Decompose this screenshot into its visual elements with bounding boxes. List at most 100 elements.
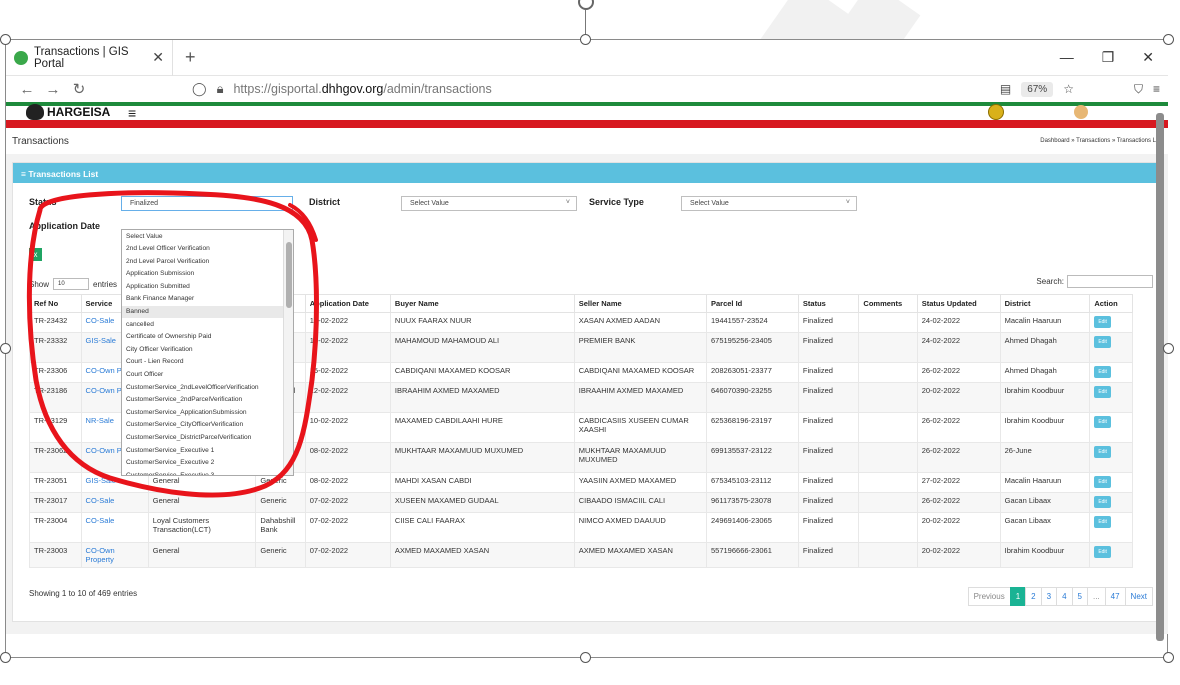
excel-export-icon[interactable]: x xyxy=(29,248,42,261)
resize-handle[interactable] xyxy=(1163,34,1174,45)
column-header[interactable]: Action xyxy=(1089,294,1133,313)
edit-button[interactable]: Edit xyxy=(1094,546,1111,558)
column-header[interactable]: Status Updated xyxy=(916,294,1001,313)
resize-handle[interactable] xyxy=(580,34,591,45)
status-option[interactable]: Application Submitted xyxy=(122,280,293,293)
column-header[interactable]: Application Date xyxy=(304,294,391,313)
status-option[interactable]: City Officer Verification xyxy=(122,343,293,356)
status-option[interactable]: Select Value xyxy=(122,230,293,243)
rotate-handle[interactable] xyxy=(578,0,594,10)
status-option[interactable]: Certificate of Ownership Paid xyxy=(122,331,293,344)
status-option[interactable]: Court Officer xyxy=(122,369,293,382)
page-button[interactable]: 47 xyxy=(1104,587,1126,606)
back-icon[interactable]: ← xyxy=(14,81,40,98)
service-link[interactable]: CO-Sale xyxy=(86,516,115,525)
pocket-icon[interactable]: ⛉ xyxy=(1134,82,1143,97)
page-scrollbar[interactable] xyxy=(1156,113,1164,641)
status-option[interactable]: CustomerService_2ndParcelVerification xyxy=(122,394,293,407)
page-button[interactable]: Next xyxy=(1124,587,1153,606)
status-option[interactable]: Bank Finance Manager xyxy=(122,293,293,306)
dropdown-scrollbar[interactable] xyxy=(283,230,293,475)
edit-button[interactable]: Edit xyxy=(1094,316,1111,328)
browser-tab[interactable]: Transactions | GIS Portal ✕ xyxy=(6,40,173,76)
page-button[interactable]: Previous xyxy=(967,587,1011,606)
district-select[interactable]: Select Value ˅ xyxy=(401,196,577,211)
page-button[interactable]: 1 xyxy=(1009,587,1027,606)
status-option[interactable]: CustomerService_2ndLevelOfficerVerificat… xyxy=(122,381,293,394)
resize-handle[interactable] xyxy=(580,652,591,663)
edit-button[interactable]: Edit xyxy=(1094,336,1111,348)
status-option[interactable]: Application Submission xyxy=(122,268,293,281)
service-link[interactable]: CO-Own P xyxy=(86,386,122,395)
minimize-icon[interactable]: — xyxy=(1060,49,1074,66)
edit-button[interactable]: Edit xyxy=(1094,476,1111,488)
restore-icon[interactable]: ❐ xyxy=(1102,49,1115,66)
close-window-icon[interactable]: ✕ xyxy=(1142,49,1154,66)
language-selector[interactable]: English ˅ xyxy=(1016,106,1062,118)
column-header[interactable]: Buyer Name xyxy=(389,294,575,313)
status-option[interactable]: CustomerService_Executive 1 xyxy=(122,444,293,457)
page-button[interactable]: ... xyxy=(1086,587,1106,606)
service-type-select[interactable]: Select Value ˅ xyxy=(681,196,857,211)
resize-handle[interactable] xyxy=(0,652,11,663)
service-link[interactable]: CO-Sale xyxy=(86,496,115,505)
service-link[interactable]: CO-Own P xyxy=(86,446,122,455)
menu-icon[interactable]: ≡ xyxy=(1153,82,1160,96)
service-link[interactable]: CO-Sale xyxy=(86,316,115,325)
edit-button[interactable]: Edit xyxy=(1094,496,1111,508)
resize-handle[interactable] xyxy=(0,343,11,354)
service-link[interactable]: CO-Own Property xyxy=(86,546,115,564)
column-header[interactable]: Ref No xyxy=(29,294,82,313)
reader-view-icon[interactable]: ▤ xyxy=(1000,82,1011,96)
resize-handle[interactable] xyxy=(0,34,11,45)
column-header[interactable]: Seller Name xyxy=(573,294,708,313)
edit-button[interactable]: Edit xyxy=(1094,366,1111,378)
status-option[interactable]: CustomerService_DistrictParcelVerificati… xyxy=(122,432,293,445)
reload-icon[interactable]: ↻ xyxy=(66,80,92,98)
edit-button[interactable]: Edit xyxy=(1094,446,1111,458)
status-select[interactable]: Finalized xyxy=(121,196,293,211)
app-logo[interactable]: HARGEISA xyxy=(26,104,110,120)
status-option[interactable]: Court - Lien Record xyxy=(122,356,293,369)
column-header[interactable]: Status xyxy=(797,294,860,313)
edit-button[interactable]: Edit xyxy=(1094,386,1111,398)
page-button[interactable]: 4 xyxy=(1056,587,1073,606)
user-menu[interactable]: Sam Jay ˅ xyxy=(1100,106,1152,118)
new-tab-icon[interactable]: + xyxy=(185,47,196,68)
column-header[interactable]: Comments xyxy=(858,294,918,313)
status-option[interactable]: CustomerService_Executive 3 xyxy=(122,469,293,475)
status-option[interactable]: Banned xyxy=(122,305,293,319)
forward-icon[interactable]: → xyxy=(40,81,66,98)
resize-handle[interactable] xyxy=(1163,343,1174,354)
service-link[interactable]: GIS-Sale xyxy=(86,476,116,485)
zoom-level[interactable]: 67% xyxy=(1021,81,1054,97)
cell-text: Generic xyxy=(260,496,287,505)
status-dropdown-list[interactable]: Select Value 2nd Level Officer Verificati… xyxy=(121,229,294,476)
service-link[interactable]: GIS-Sale xyxy=(86,336,116,345)
edit-button[interactable]: Edit xyxy=(1094,516,1111,528)
page-button[interactable]: 3 xyxy=(1040,587,1058,606)
dropdown-scroll-thumb[interactable] xyxy=(286,242,292,308)
hamburger-menu-icon[interactable]: ≡ xyxy=(128,105,136,121)
resize-handle[interactable] xyxy=(1163,652,1174,663)
status-option[interactable]: CustomerService_ApplicationSubmission xyxy=(122,406,293,419)
service-link[interactable]: NR-Sale xyxy=(86,416,114,425)
status-option[interactable]: CustomerService_CityOfficerVerification xyxy=(122,419,293,432)
column-header[interactable]: District xyxy=(999,294,1091,313)
status-option[interactable]: CustomerService_Executive 2 xyxy=(122,457,293,470)
column-header[interactable]: Parcel Id xyxy=(706,294,799,313)
bookmark-star-icon[interactable]: ☆ xyxy=(1063,82,1074,96)
status-option[interactable]: 2nd Level Officer Verification xyxy=(122,243,293,256)
breadcrumb[interactable]: Dashboard » Transactions » Transactions … xyxy=(1040,138,1162,144)
service-link[interactable]: CO-Own P xyxy=(86,366,122,375)
close-tab-icon[interactable]: ✕ xyxy=(152,49,164,66)
edit-button[interactable]: Edit xyxy=(1094,416,1111,428)
status-option[interactable]: cancelled xyxy=(122,318,293,331)
emblem-badge-icon xyxy=(988,104,1005,120)
address-bar[interactable]: ◯ 🔒︎ https://gisportal. dhhgov.org/admin/… xyxy=(192,81,492,97)
page-button[interactable]: 5 xyxy=(1071,587,1088,606)
search-input[interactable] xyxy=(1067,275,1153,288)
page-button[interactable]: 2 xyxy=(1025,587,1042,606)
entries-select[interactable]: 10 xyxy=(53,278,90,290)
status-option[interactable]: 2nd Level Parcel Verification xyxy=(122,255,293,268)
